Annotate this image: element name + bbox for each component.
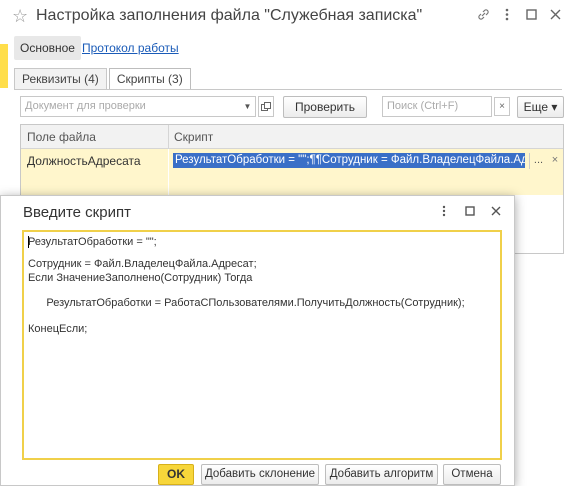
dialog-controls bbox=[438, 204, 502, 218]
add-declension-button[interactable]: Добавить склонение bbox=[201, 464, 319, 485]
cell-clear-icon[interactable]: × bbox=[549, 153, 561, 169]
column-divider bbox=[168, 125, 169, 149]
tab-scripts[interactable]: Скрипты (3) bbox=[108, 68, 191, 90]
tab-requisites[interactable]: Реквизиты (4) bbox=[14, 68, 107, 90]
table-row[interactable]: ДолжностьАдресата bbox=[21, 149, 168, 195]
code-line: Сотрудник = Файл.ВладелецФайла.Адресат; bbox=[28, 258, 257, 270]
document-input[interactable]: Документ для проверки bbox=[20, 96, 256, 117]
ok-button[interactable]: OK bbox=[158, 464, 194, 485]
cancel-button[interactable]: Отмена bbox=[443, 464, 501, 485]
more-vertical-icon[interactable] bbox=[500, 7, 514, 21]
tab-divider bbox=[14, 89, 562, 90]
add-algorithm-button[interactable]: Добавить алгоритм bbox=[325, 464, 438, 485]
star-icon[interactable]: ☆ bbox=[12, 6, 28, 27]
close-icon[interactable] bbox=[548, 7, 562, 21]
code-line: КонецЕсли; bbox=[28, 323, 88, 335]
table-header: Поле файла Скрипт bbox=[21, 125, 563, 149]
column-header-field[interactable]: Поле файла bbox=[27, 130, 96, 144]
nav-main[interactable]: Основное bbox=[14, 36, 81, 60]
check-button[interactable]: Проверить bbox=[283, 96, 367, 118]
window-title: Настройка заполнения файла "Служебная за… bbox=[36, 7, 423, 24]
script-editor[interactable]: РезультатОбработки = ""; Сотрудник = Фай… bbox=[22, 230, 502, 460]
link-icon[interactable] bbox=[476, 7, 490, 21]
close-icon[interactable] bbox=[490, 204, 502, 218]
code-line: РезультатОбработки = ""; bbox=[28, 236, 157, 248]
code-line: РезультатОбработки = РаботаСПользователя… bbox=[28, 297, 465, 309]
dialog-title: Введите скрипт bbox=[23, 204, 131, 221]
script-cell-text[interactable]: РезультатОбработки = "";¶¶Сотрудник = Фа… bbox=[173, 153, 525, 168]
nav-protocol-link[interactable]: Протокол работы bbox=[82, 36, 179, 60]
cell-select-button[interactable]: ... bbox=[529, 153, 547, 169]
open-document-icon[interactable] bbox=[258, 96, 274, 117]
column-header-script[interactable]: Скрипт bbox=[174, 130, 213, 144]
more-vertical-icon[interactable] bbox=[438, 204, 450, 218]
script-cell[interactable]: РезультатОбработки = "";¶¶Сотрудник = Фа… bbox=[169, 149, 563, 195]
script-dialog: Введите скрипт РезультатОбработки = ""; … bbox=[0, 195, 515, 486]
chevron-down-icon[interactable]: ▼ bbox=[240, 97, 255, 116]
search-clear-icon[interactable]: × bbox=[494, 97, 510, 116]
code-line: Если ЗначениеЗаполнено(Сотрудник) Тогда bbox=[28, 272, 253, 284]
window-controls bbox=[476, 7, 562, 21]
maximize-icon[interactable] bbox=[464, 204, 476, 218]
more-button[interactable]: Еще ▾ bbox=[517, 96, 564, 118]
search-input[interactable]: Поиск (Ctrl+F) bbox=[382, 96, 492, 117]
tab-bar: Реквизиты (4) Скрипты (3) bbox=[14, 68, 193, 90]
maximize-icon[interactable] bbox=[524, 7, 538, 21]
field-cell: ДолжностьАдресата bbox=[27, 154, 141, 168]
left-accent-strip bbox=[0, 44, 8, 88]
